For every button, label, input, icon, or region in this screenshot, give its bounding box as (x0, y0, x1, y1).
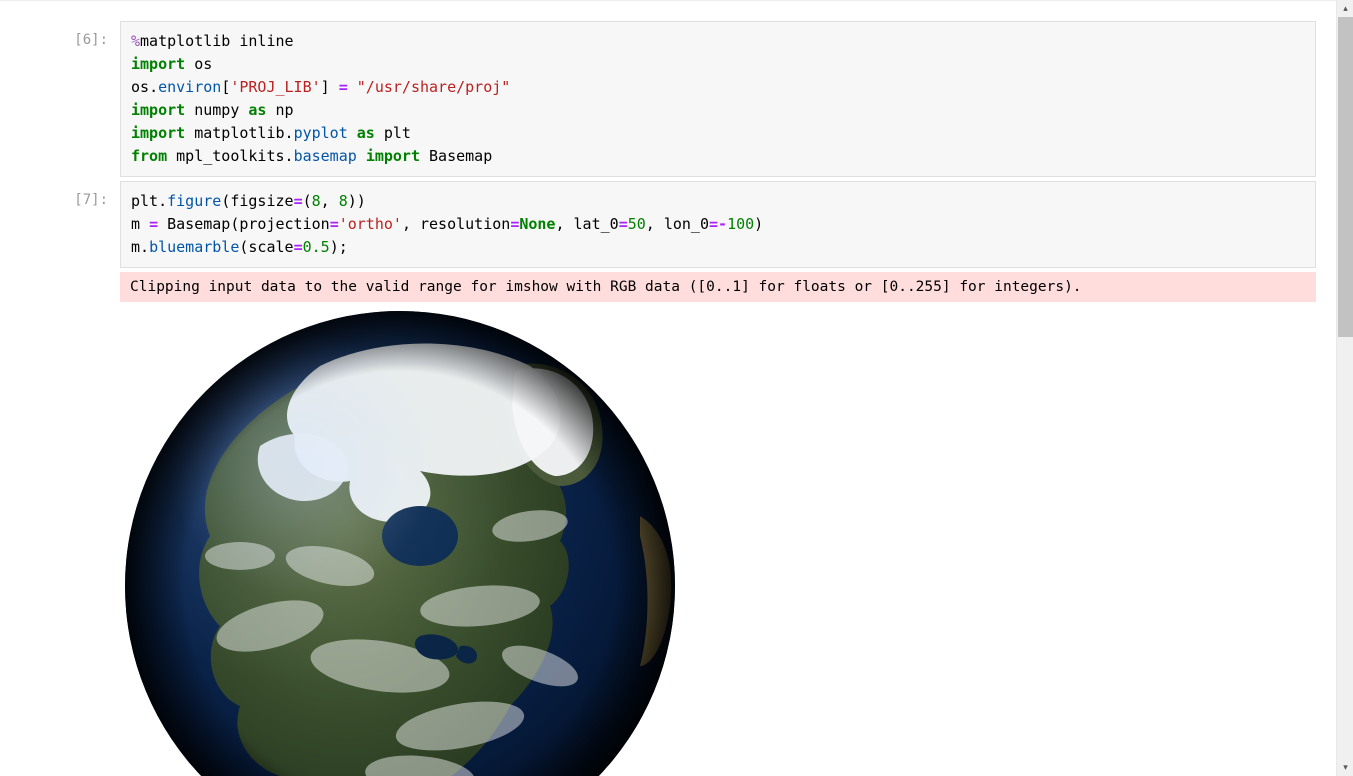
code-cell: [6]:%matplotlib inline import os os.envi… (20, 21, 1316, 177)
code-input[interactable]: plt.figure(figsize=(8, 8)) m = Basemap(p… (120, 181, 1316, 268)
output-cell (20, 306, 1316, 776)
output-cell: Clipping input data to the valid range f… (20, 272, 1316, 302)
stderr-output: Clipping input data to the valid range f… (120, 272, 1316, 302)
code-input[interactable]: %matplotlib inline import os os.environ[… (120, 21, 1316, 177)
scroll-up-arrow-icon[interactable]: ▴ (1337, 0, 1353, 17)
scrollbar-thumb[interactable] (1338, 17, 1353, 337)
notebook-content[interactable]: [6]:%matplotlib inline import os os.envi… (0, 0, 1336, 776)
code-cell: [7]:plt.figure(figsize=(8, 8)) m = Basem… (20, 181, 1316, 268)
image-output (120, 306, 1316, 776)
output-prompt (20, 306, 120, 317)
input-prompt: [6]: (20, 21, 120, 48)
input-prompt: [7]: (20, 181, 120, 208)
output-prompt (20, 272, 120, 283)
scroll-down-arrow-icon[interactable]: ▾ (1337, 759, 1353, 776)
page-wrap: [6]:%matplotlib inline import os os.envi… (0, 0, 1353, 776)
cells-container: [6]:%matplotlib inline import os os.envi… (0, 1, 1336, 776)
globe-image (120, 306, 680, 776)
vertical-scrollbar[interactable]: ▴ ▾ (1336, 0, 1353, 776)
